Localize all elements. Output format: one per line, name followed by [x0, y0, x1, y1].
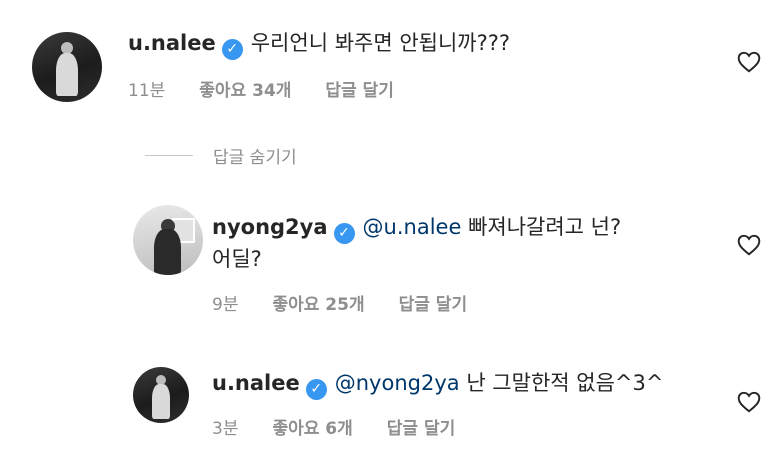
timestamp: 3분 — [212, 419, 239, 439]
reply-button[interactable]: 답글 달기 — [325, 81, 393, 101]
likes-count[interactable]: 좋아요 6개 — [272, 419, 352, 439]
avatar[interactable] — [32, 32, 102, 102]
comment-body: u.nalee ✓ @nyong2ya 난 그말한적 없음^3^ — [212, 368, 663, 400]
comment-body: nyong2ya ✓ @u.nalee 빠져나갈려고 넌? — [212, 212, 621, 244]
hide-replies-label: 답글 숨기기 — [213, 148, 297, 168]
heart-outline-icon[interactable] — [736, 389, 762, 415]
reply-button[interactable]: 답글 달기 — [399, 295, 467, 315]
likes-count[interactable]: 좋아요 34개 — [199, 81, 291, 101]
timestamp: 11분 — [128, 81, 166, 101]
username[interactable]: nyong2ya — [212, 215, 328, 239]
comment-text: 빠져나갈려고 넌? — [468, 215, 622, 239]
avatar[interactable] — [133, 367, 189, 423]
comment-body: u.nalee ✓ 우리언니 봐주면 안됩니까??? — [128, 28, 510, 60]
comment-text-continued: 어딜? — [212, 247, 262, 271]
username[interactable]: u.nalee — [212, 371, 300, 395]
username[interactable]: u.nalee — [128, 31, 216, 55]
divider — [145, 155, 193, 156]
verified-badge-icon: ✓ — [221, 39, 243, 60]
mention-link[interactable]: @u.nalee — [363, 215, 462, 239]
verified-badge-icon: ✓ — [333, 223, 355, 244]
heart-outline-icon[interactable] — [736, 232, 762, 258]
heart-outline-icon[interactable] — [736, 49, 762, 75]
comment-meta: 11분 좋아요 34개 답글 달기 — [128, 76, 428, 101]
comment-meta: 3분 좋아요 6개 답글 달기 — [212, 414, 489, 439]
comment-meta: 9분 좋아요 25개 답글 달기 — [212, 290, 501, 315]
reply-button[interactable]: 답글 달기 — [387, 419, 455, 439]
verified-badge-icon: ✓ — [305, 379, 327, 400]
comment-text: 우리언니 봐주면 안됩니까??? — [250, 31, 511, 55]
comment-body-line2: 어딜? — [212, 244, 262, 274]
avatar[interactable] — [133, 205, 203, 275]
likes-count[interactable]: 좋아요 25개 — [272, 295, 364, 315]
comment-text: 난 그말한적 없음^3^ — [466, 371, 664, 395]
timestamp: 9분 — [212, 295, 239, 315]
mention-link[interactable]: @nyong2ya — [335, 371, 460, 395]
